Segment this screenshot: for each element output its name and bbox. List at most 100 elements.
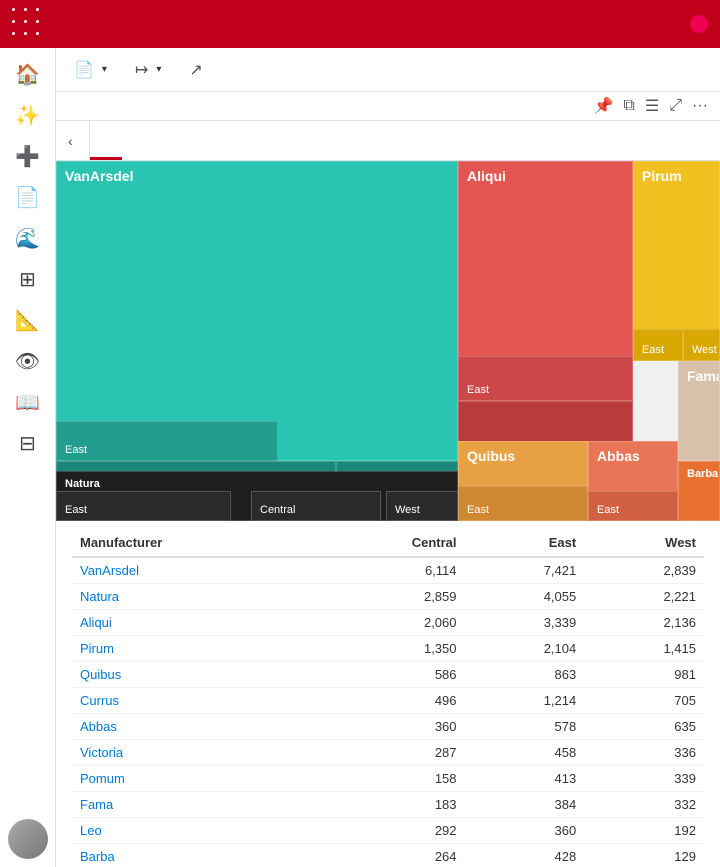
sidebar-item-monitor[interactable]: 👁	[0, 343, 56, 380]
cell-west: 635	[584, 714, 704, 740]
cell-east: 3,339	[465, 610, 585, 636]
table-row[interactable]: Leo 292 360 192	[72, 818, 704, 844]
sidebar-item-apps[interactable]: ⊞	[0, 261, 56, 298]
treemap-cell-aliqui-main[interactable]: Aliqui	[458, 161, 633, 361]
treemap-cell-aliqui-east[interactable]: East	[458, 356, 633, 401]
cell-east: 413	[465, 766, 585, 792]
sidebar-item-home[interactable]: 🏠	[0, 56, 56, 93]
notification-badge[interactable]	[690, 15, 708, 33]
treemap-cell-natura-east[interactable]: East	[56, 491, 231, 521]
back-to-report-button[interactable]: ‹	[56, 121, 90, 160]
export-button[interactable]: ↦ ▾	[129, 56, 167, 84]
tab-total-units[interactable]	[90, 121, 122, 160]
cell-central: 158	[315, 766, 465, 792]
cell-east: 578	[465, 714, 585, 740]
sidebar-item-browse[interactable]: 📄	[0, 179, 56, 216]
table-row[interactable]: Quibus 586 863 981	[72, 662, 704, 688]
table-row[interactable]: Pomum 158 413 339	[72, 766, 704, 792]
share-button[interactable]: ↗	[183, 56, 212, 84]
col-header-east: East	[465, 529, 585, 557]
home-icon: 🏠	[15, 62, 40, 87]
sidebar-item-create[interactable]: ➕	[0, 138, 56, 175]
table-row[interactable]: Currus 496 1,214 705	[72, 688, 704, 714]
sidebar-item-copilot[interactable]: ✨	[0, 97, 56, 134]
copilot-icon: ✨	[15, 103, 40, 128]
sidebar-item-metrics[interactable]: 📐	[0, 302, 56, 339]
cell-manufacturer[interactable]: Fama	[72, 792, 315, 818]
treemap-cell-abbas-east[interactable]: East	[588, 491, 678, 521]
treemap-cell-quibus-east[interactable]: East	[458, 486, 588, 521]
filter-icon[interactable]: ☰	[645, 96, 659, 116]
cell-central: 264	[315, 844, 465, 867]
table-row[interactable]: Fama 183 384 332	[72, 792, 704, 818]
cell-east: 360	[465, 818, 585, 844]
pin-icon[interactable]: 📌	[594, 96, 614, 116]
table-row[interactable]: Natura 2,859 4,055 2,221	[72, 584, 704, 610]
treemap-cell-fama-main[interactable]: Fama	[678, 361, 720, 461]
table-row[interactable]: Aliqui 2,060 3,339 2,136	[72, 610, 704, 636]
cell-east: 7,421	[465, 557, 585, 584]
cell-manufacturer[interactable]: Quibus	[72, 662, 315, 688]
cell-manufacturer[interactable]: VanArsdel	[72, 557, 315, 584]
data-table-area: Manufacturer Central East West VanArsdel…	[56, 521, 720, 867]
treemap-cell-pirum-east[interactable]: East	[633, 329, 683, 361]
copy-icon[interactable]: ⧉	[623, 97, 634, 115]
onelake-icon: 🌊	[15, 226, 40, 251]
icons-bar: 📌 ⧉ ☰ ⤢ ···	[56, 92, 720, 121]
metrics-icon: 📐	[15, 308, 40, 333]
sidebar-item-onelake[interactable]: 🌊	[0, 220, 56, 257]
cell-manufacturer[interactable]: Currus	[72, 688, 315, 714]
cell-manufacturer[interactable]: Pirum	[72, 636, 315, 662]
share-icon: ↗	[189, 60, 202, 80]
cell-east: 1,214	[465, 688, 585, 714]
main-content: 📄 ▾ ↦ ▾ ↗ 📌 ⧉ ☰ ⤢ ···	[56, 48, 720, 867]
cell-west: 332	[584, 792, 704, 818]
cell-west: 2,221	[584, 584, 704, 610]
cell-east: 2,104	[465, 636, 585, 662]
sidebar-item-learn[interactable]: 📖	[0, 384, 56, 421]
cell-manufacturer[interactable]: Leo	[72, 818, 315, 844]
treemap-cell-natura-west[interactable]: West	[386, 491, 458, 521]
treemap-cell-vanarsdel-main[interactable]: VanArsdel	[56, 161, 458, 461]
treemap-cell-vanarsdel-east-strip[interactable]: East	[56, 421, 278, 461]
treemap-cell-natura-central[interactable]: Central	[251, 491, 381, 521]
file-chevron-icon: ▾	[102, 64, 107, 75]
cell-manufacturer[interactable]: Aliqui	[72, 610, 315, 636]
treemap-chart[interactable]: VanArsdelEastCentralWestNaturaEastCentra…	[56, 161, 720, 521]
col-header-central: Central	[315, 529, 465, 557]
cell-east: 4,055	[465, 584, 585, 610]
table-row[interactable]: Pirum 1,350 2,104 1,415	[72, 636, 704, 662]
treemap-cell-pirum-west[interactable]: West	[683, 329, 720, 361]
cell-manufacturer[interactable]: Abbas	[72, 714, 315, 740]
user-avatar[interactable]	[8, 819, 48, 859]
cell-central: 586	[315, 662, 465, 688]
ellipsis-icon[interactable]: ···	[692, 97, 708, 115]
cell-manufacturer[interactable]: Natura	[72, 584, 315, 610]
tab-bar: ‹	[56, 121, 720, 161]
cell-manufacturer[interactable]: Victoria	[72, 740, 315, 766]
tab-by-manufacturer[interactable]	[122, 121, 154, 160]
table-row[interactable]: Barba 264 428 129	[72, 844, 704, 867]
treemap-cell-barba-main[interactable]: Barba	[678, 461, 720, 521]
table-row[interactable]: VanArsdel 6,114 7,421 2,839	[72, 557, 704, 584]
cell-west: 192	[584, 818, 704, 844]
cell-west: 129	[584, 844, 704, 867]
cell-manufacturer[interactable]: Barba	[72, 844, 315, 867]
app-grid-icon[interactable]	[12, 8, 45, 41]
cell-central: 287	[315, 740, 465, 766]
table-row[interactable]: Victoria 287 458 336	[72, 740, 704, 766]
cell-manufacturer[interactable]: Pomum	[72, 766, 315, 792]
cell-east: 428	[465, 844, 585, 867]
learn-icon: 📖	[15, 390, 40, 415]
col-header-manufacturer: Manufacturer	[72, 529, 315, 557]
file-button[interactable]: 📄 ▾	[68, 56, 113, 84]
create-icon: ➕	[15, 144, 40, 169]
sidebar-item-workspaces[interactable]: ⊟	[0, 425, 56, 462]
browse-icon: 📄	[15, 185, 40, 210]
workspaces-icon: ⊟	[19, 431, 36, 456]
cell-east: 863	[465, 662, 585, 688]
monitor-icon: 👁	[15, 349, 40, 374]
focus-icon[interactable]: ⤢	[669, 97, 682, 115]
cell-west: 705	[584, 688, 704, 714]
table-row[interactable]: Abbas 360 578 635	[72, 714, 704, 740]
